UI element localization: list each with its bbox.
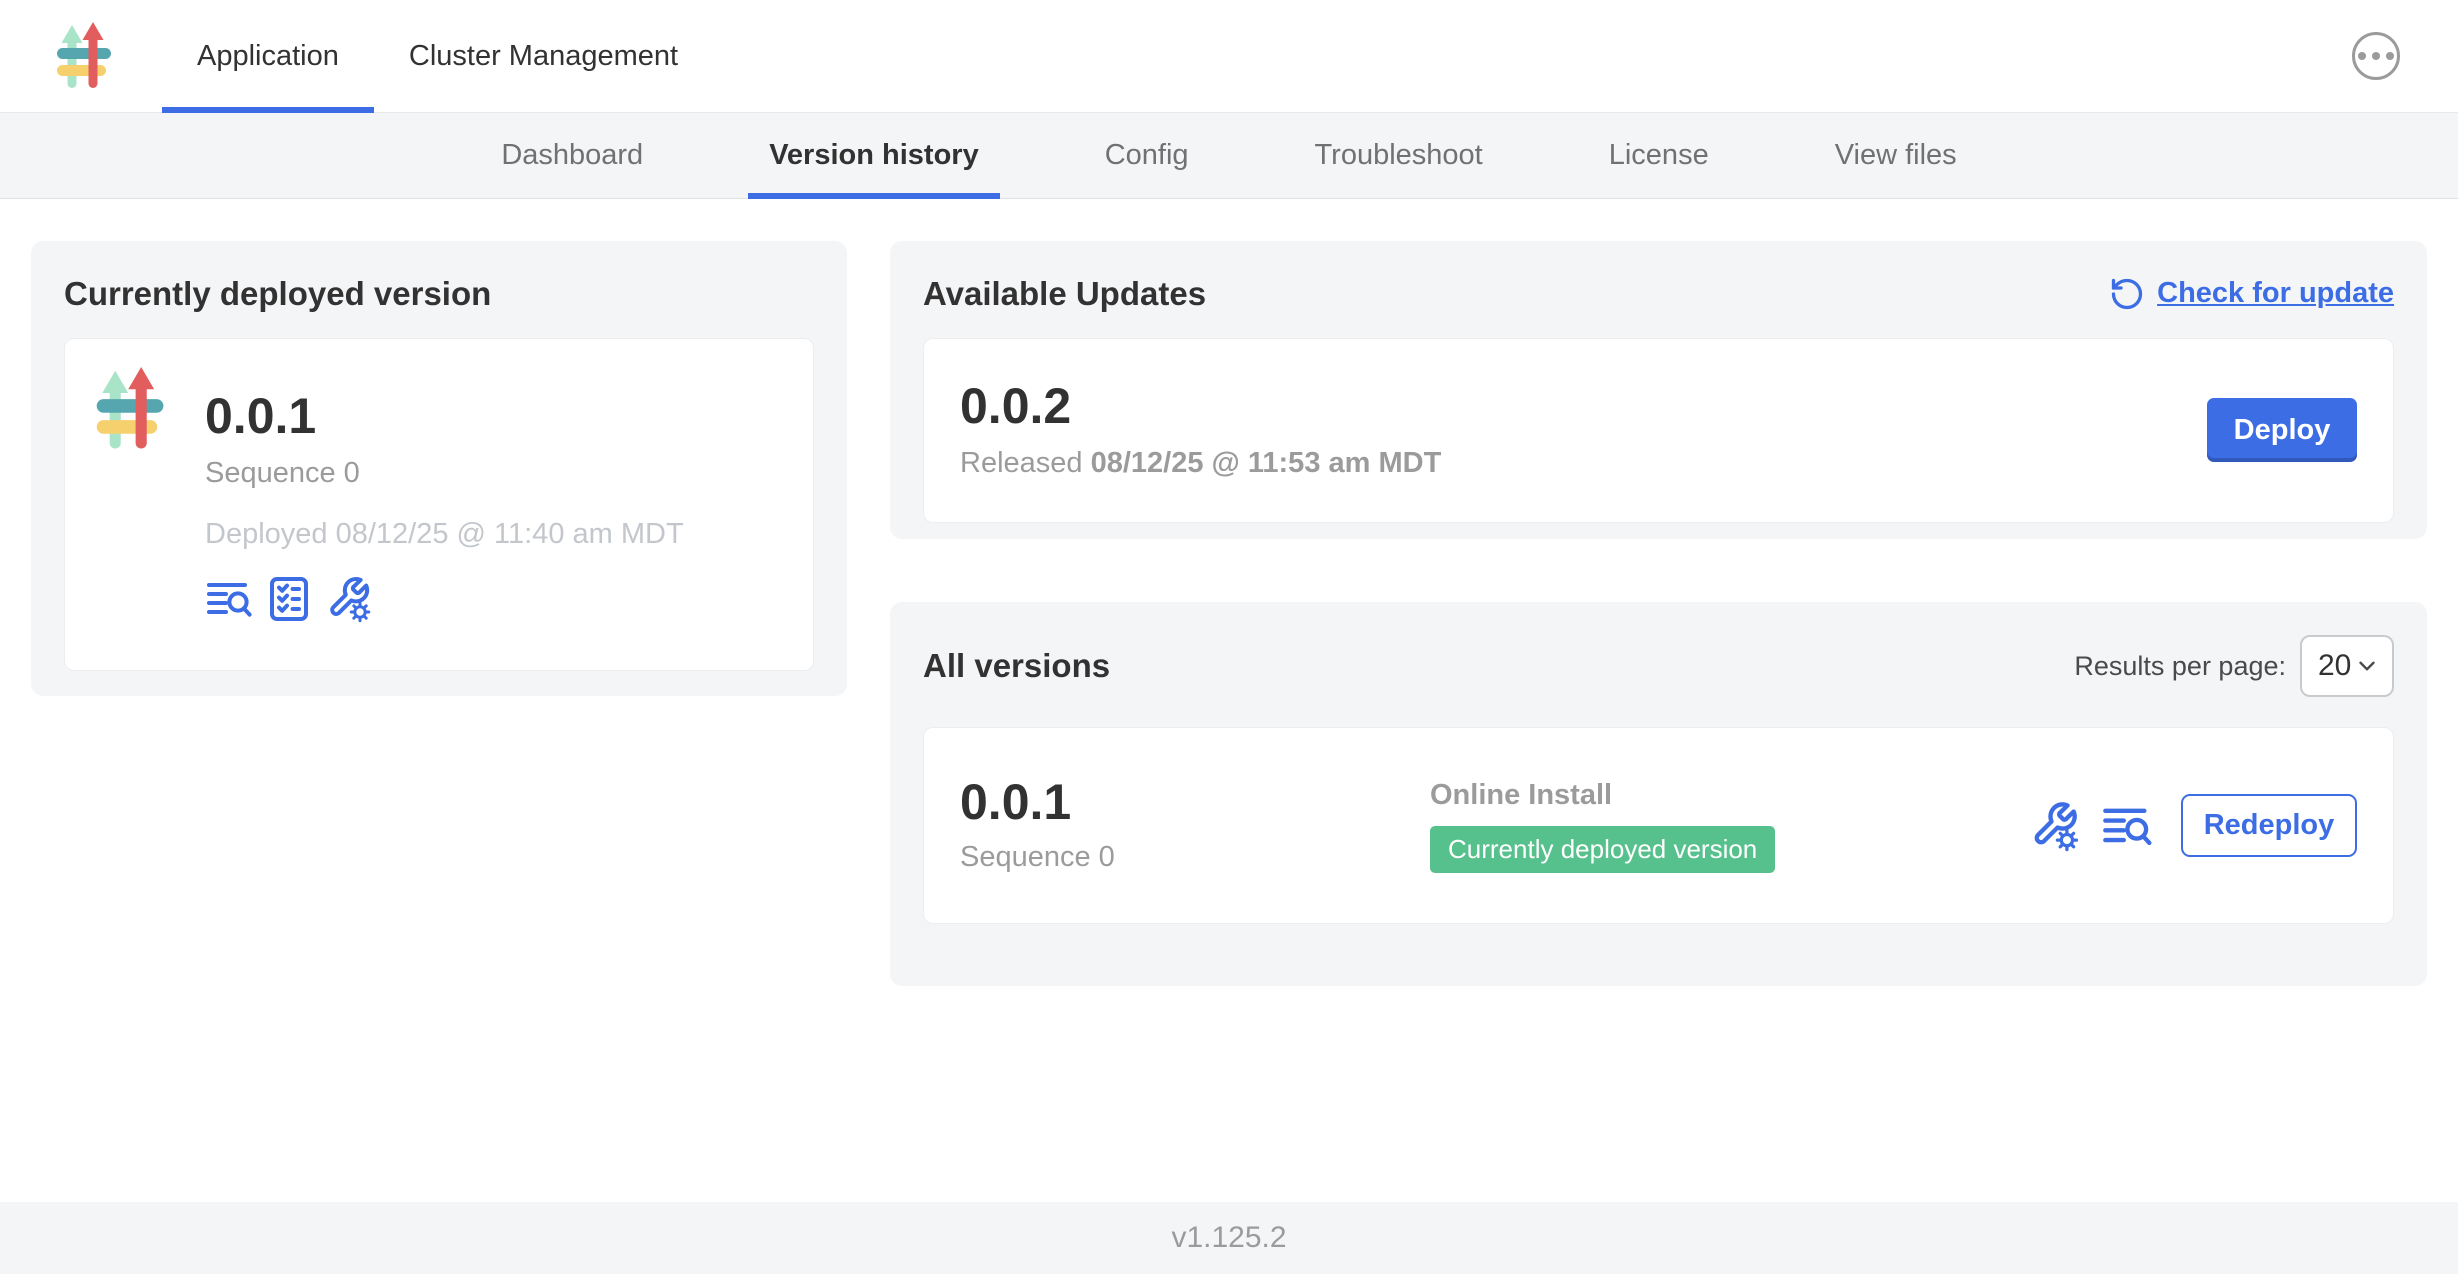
- deployed-sequence: Sequence 0: [205, 457, 684, 490]
- ellipsis-icon: [2358, 52, 2366, 60]
- subnav-item-dashboard[interactable]: Dashboard: [480, 113, 664, 198]
- console-version-footer: v1.125.2: [0, 1202, 2458, 1274]
- currently-deployed-card: Currently deployed version 0.0: [31, 241, 847, 696]
- subnav-item-config[interactable]: Config: [1084, 113, 1210, 198]
- tab-application[interactable]: Application: [162, 0, 374, 112]
- app-arrows-logo-icon: [95, 367, 175, 451]
- results-per-page-label: Results per page:: [2074, 651, 2286, 682]
- app-arrows-logo-icon: [56, 22, 120, 90]
- all-versions-title: All versions: [923, 646, 1110, 686]
- edit-config-icon[interactable]: [325, 575, 373, 623]
- top-nav-tabs: Application Cluster Management: [162, 0, 713, 112]
- check-for-update-label: Check for update: [2157, 277, 2394, 310]
- tab-cluster-management[interactable]: Cluster Management: [374, 0, 713, 112]
- tab-cluster-management-label: Cluster Management: [409, 40, 678, 73]
- preflight-checks-icon[interactable]: [265, 575, 313, 623]
- view-logs-icon[interactable]: [205, 575, 253, 623]
- results-per-page-select[interactable]: 20: [2300, 635, 2394, 697]
- view-logs-icon[interactable]: [2101, 800, 2153, 852]
- overflow-menu-button[interactable]: [2352, 32, 2400, 80]
- subnav-item-version-history[interactable]: Version history: [748, 113, 1000, 198]
- update-released-timestamp: Released 08/12/25 @ 11:53 am MDT: [960, 447, 1441, 480]
- refresh-icon: [2109, 276, 2145, 312]
- subnav-item-license[interactable]: License: [1588, 113, 1730, 198]
- row-sequence: Sequence 0: [960, 841, 1430, 874]
- deployed-timestamp: Deployed 08/12/25 @ 11:40 am MDT: [205, 518, 684, 551]
- main-content: Currently deployed version 0.0: [0, 199, 2458, 986]
- tab-application-label: Application: [197, 40, 339, 73]
- update-version-number: 0.0.2: [960, 381, 1441, 431]
- row-version-number: 0.0.1: [960, 777, 1430, 827]
- currently-deployed-badge: Currently deployed version: [1430, 826, 1775, 873]
- chevron-down-icon: [2354, 653, 2380, 679]
- subnav-item-troubleshoot[interactable]: Troubleshoot: [1294, 113, 1504, 198]
- app-subnav: Dashboard Version history Config Trouble…: [0, 113, 2458, 199]
- deployed-version-number: 0.0.1: [205, 391, 684, 441]
- redeploy-button[interactable]: Redeploy: [2181, 794, 2357, 857]
- edit-config-icon[interactable]: [2029, 800, 2081, 852]
- top-header: Application Cluster Management: [0, 0, 2458, 113]
- version-row: 0.0.1 Sequence 0 Online Install Currentl…: [923, 727, 2394, 924]
- currently-deployed-title: Currently deployed version: [64, 274, 814, 314]
- subnav-item-view-files[interactable]: View files: [1814, 113, 1978, 198]
- check-for-update-link[interactable]: Check for update: [2109, 276, 2394, 312]
- all-versions-card: All versions Results per page: 20 0.0.1 …: [890, 602, 2427, 986]
- available-update-row: 0.0.2 Released 08/12/25 @ 11:53 am MDT D…: [923, 338, 2394, 523]
- available-updates-title: Available Updates: [923, 274, 1206, 314]
- available-updates-card: Available Updates Check for update 0.0.2…: [890, 241, 2427, 539]
- deployed-version-panel: 0.0.1 Sequence 0 Deployed 08/12/25 @ 11:…: [64, 338, 814, 671]
- install-type-label: Online Install: [1430, 779, 1612, 812]
- deploy-button[interactable]: Deploy: [2207, 398, 2357, 462]
- console-version-label: v1.125.2: [1171, 1221, 1286, 1255]
